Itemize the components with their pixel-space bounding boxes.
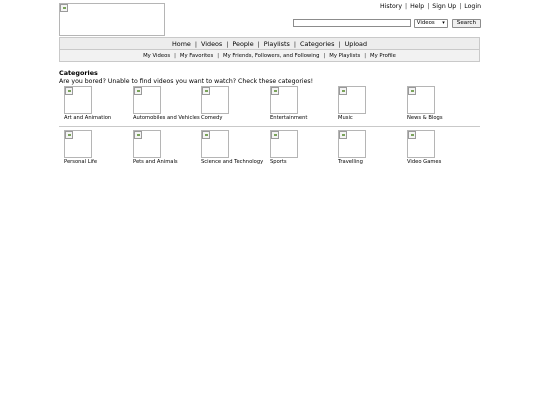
broken-image-icon	[408, 87, 416, 95]
category-label[interactable]: Pets and Animals	[133, 159, 178, 166]
category-item[interactable]: Comedy	[201, 86, 271, 121]
category-item[interactable]: News & Blogs	[407, 86, 477, 121]
category-thumbnail[interactable]	[407, 86, 435, 114]
category-thumbnail[interactable]	[407, 130, 435, 158]
separator: |	[293, 39, 296, 48]
broken-image-icon	[134, 131, 142, 139]
category-item[interactable]: Science and Technology	[201, 130, 271, 165]
separator: |	[404, 3, 408, 10]
category-item[interactable]: Music	[338, 86, 408, 121]
page: History | Help | Sign Up | Login Videos ▾ Sear…	[0, 0, 540, 405]
chevron-down-icon: ▾	[442, 19, 445, 26]
category-label[interactable]: Comedy	[201, 115, 222, 122]
sign-up-link[interactable]: Sign Up	[432, 3, 456, 10]
nav-upload[interactable]: Upload	[345, 40, 367, 48]
search-scope-select[interactable]: Videos ▾	[413, 18, 448, 28]
sub-nav: My Videos | My Favorites | My Friends, Fol…	[59, 50, 480, 62]
broken-image-icon	[202, 87, 210, 95]
separator: |	[364, 52, 367, 59]
broken-image-icon	[202, 131, 210, 139]
login-link[interactable]: Login	[464, 3, 481, 10]
subnav-my-videos[interactable]: My Videos	[143, 53, 170, 59]
search-bar: Videos ▾ Search	[292, 18, 481, 28]
separator: |	[194, 39, 198, 48]
row-divider	[59, 126, 480, 127]
category-item[interactable]: Personal Life	[64, 130, 134, 165]
category-item[interactable]: Pets and Animals	[133, 130, 203, 165]
separator: |	[323, 52, 326, 59]
category-item[interactable]: Sports	[270, 130, 340, 165]
top-links: History | Help | Sign Up | Login	[380, 3, 481, 11]
category-item[interactable]: Video Games	[407, 130, 477, 165]
nav-playlists[interactable]: Playlists	[264, 40, 290, 48]
separator: |	[257, 39, 260, 48]
category-thumbnail[interactable]	[270, 86, 298, 114]
separator: |	[338, 39, 341, 48]
category-label[interactable]: Science and Technology	[201, 159, 263, 166]
category-thumbnail[interactable]	[338, 130, 366, 158]
category-label[interactable]: Entertainment	[270, 115, 307, 122]
nav-people[interactable]: People	[232, 40, 253, 48]
category-thumbnail[interactable]	[133, 130, 161, 158]
history-link[interactable]: History	[380, 3, 402, 10]
categories-heading: Categories	[59, 69, 98, 77]
search-scope-value: Videos	[416, 19, 435, 26]
category-row: Personal Life Pets and Animals Science a…	[64, 130, 484, 170]
nav-home[interactable]: Home	[172, 40, 191, 48]
broken-image-icon	[60, 4, 68, 12]
category-thumbnail[interactable]	[133, 86, 161, 114]
site-logo[interactable]	[59, 3, 165, 36]
category-label[interactable]: Video Games	[407, 159, 441, 166]
category-thumbnail[interactable]	[338, 86, 366, 114]
broken-image-icon	[339, 87, 347, 95]
category-label[interactable]: Travelling	[338, 159, 363, 166]
separator: |	[226, 39, 229, 48]
broken-image-icon	[271, 131, 279, 139]
main-nav: Home | Videos | People | Playlists | Categor…	[59, 37, 480, 50]
categories-intro: Are you bored? Unable to find videos you…	[59, 78, 314, 85]
nav-videos[interactable]: Videos	[201, 40, 222, 48]
category-thumbnail[interactable]	[270, 130, 298, 158]
subnav-my-favorites[interactable]: My Favorites	[180, 53, 213, 59]
category-thumbnail[interactable]	[64, 86, 92, 114]
category-thumbnail[interactable]	[201, 130, 229, 158]
separator: |	[427, 3, 430, 10]
category-label[interactable]: Automobiles and Vehicles	[133, 115, 200, 122]
help-link[interactable]: Help	[410, 3, 424, 10]
category-item[interactable]: Art and Animation	[64, 86, 134, 121]
category-item[interactable]: Entertainment	[270, 86, 340, 121]
category-grid: Art and Animation Automobiles and Vehicl…	[64, 86, 484, 170]
broken-image-icon	[65, 131, 73, 139]
broken-image-icon	[339, 131, 347, 139]
category-item[interactable]: Automobiles and Vehicles	[133, 86, 203, 121]
subnav-my-profile[interactable]: My Profile	[370, 53, 396, 59]
category-item[interactable]: Travelling	[338, 130, 408, 165]
category-label[interactable]: Art and Animation	[64, 115, 111, 122]
category-thumbnail[interactable]	[201, 86, 229, 114]
category-label[interactable]: Personal Life	[64, 159, 97, 166]
separator: |	[459, 3, 462, 10]
category-row: Art and Animation Automobiles and Vehicl…	[64, 86, 484, 126]
category-thumbnail[interactable]	[64, 130, 92, 158]
category-label[interactable]: News & Blogs	[407, 115, 443, 122]
search-input[interactable]	[292, 19, 411, 27]
separator: |	[217, 52, 220, 59]
broken-image-icon	[134, 87, 142, 95]
broken-image-icon	[65, 87, 73, 95]
subnav-my-playlists[interactable]: My Playlists	[329, 53, 360, 59]
nav-categories[interactable]: Categories	[300, 40, 334, 48]
broken-image-icon	[271, 87, 279, 95]
category-label[interactable]: Music	[338, 115, 353, 122]
separator: |	[174, 52, 176, 59]
subnav-my-friends[interactable]: My Friends, Followers, and Following	[223, 53, 319, 59]
broken-image-icon	[408, 131, 416, 139]
search-button[interactable]: Search	[451, 18, 481, 28]
category-label[interactable]: Sports	[270, 159, 287, 166]
